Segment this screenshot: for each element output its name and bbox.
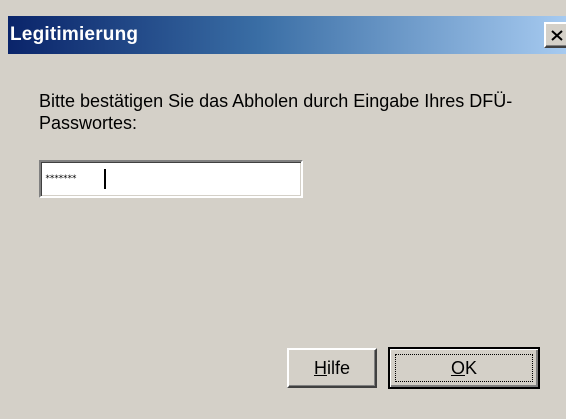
help-button[interactable]: Hilfe xyxy=(287,348,377,388)
close-button[interactable] xyxy=(544,22,566,48)
text-cursor xyxy=(104,169,106,189)
help-button-label: ilfe xyxy=(326,357,350,378)
window-title: Legitimierung xyxy=(10,24,139,45)
ok-button[interactable]: OK xyxy=(388,347,540,389)
password-field[interactable] xyxy=(39,160,303,198)
close-icon xyxy=(551,29,563,41)
ok-button-label: K xyxy=(465,357,478,378)
legitimation-dialog: Legitimierung Bitte bestätigen Sie das A… xyxy=(0,0,566,419)
title-bar[interactable]: Legitimierung xyxy=(8,16,566,54)
help-button-mnemonic: H xyxy=(313,357,327,378)
ok-button-mnemonic: O xyxy=(450,357,465,378)
prompt-text: Bitte bestätigen Sie das Abholen durch E… xyxy=(39,91,513,133)
